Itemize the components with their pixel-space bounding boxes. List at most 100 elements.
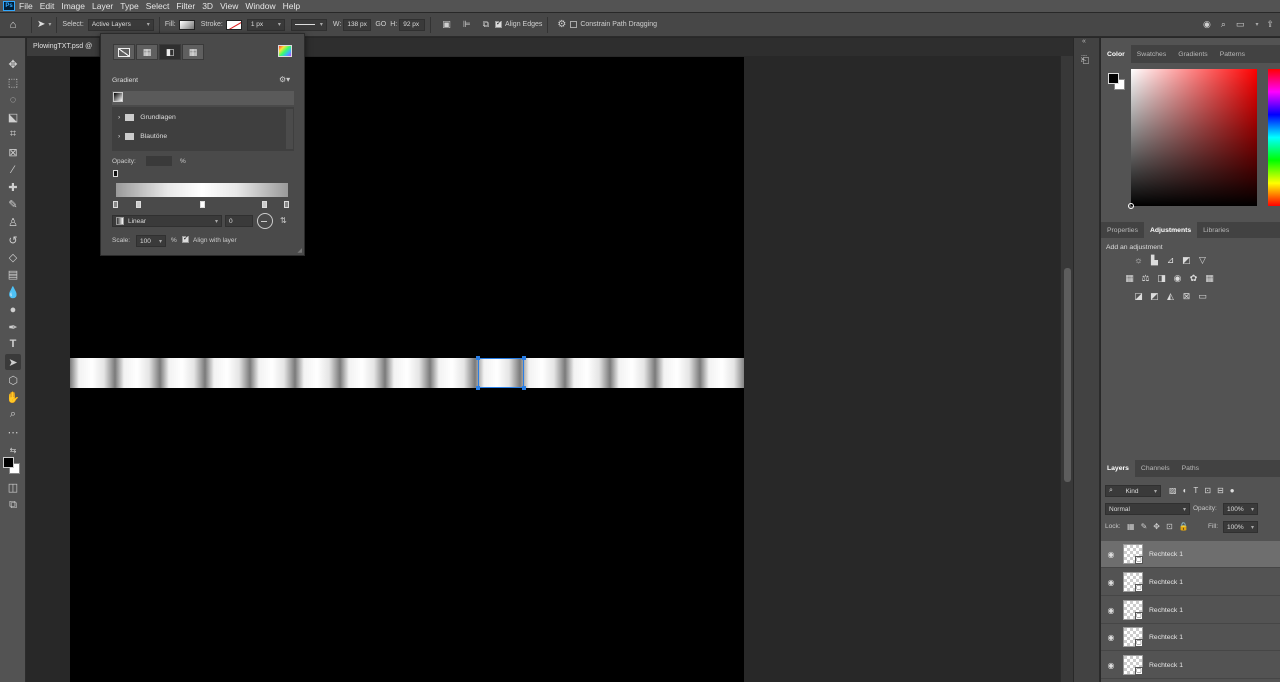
no-fill-button[interactable] [113, 44, 135, 60]
selective-color-icon[interactable]: ⊠ [1181, 291, 1192, 302]
menu-select[interactable]: Select [146, 0, 170, 12]
color-stop[interactable] [113, 201, 118, 208]
menu-image[interactable]: Image [61, 0, 85, 12]
gradient-tool-icon[interactable]: ▤ [5, 266, 21, 282]
color-stop[interactable] [262, 201, 267, 208]
more-tools-icon[interactable]: ⋯ [5, 424, 21, 440]
lasso-tool-icon[interactable]: ◌ [5, 92, 21, 108]
path-arrangement-icon[interactable]: ⧉ [483, 19, 489, 30]
gradient-strip-shape[interactable] [70, 358, 744, 388]
stamp-tool-icon[interactable]: ♙ [5, 214, 21, 230]
curves-icon[interactable]: ⊿ [1165, 255, 1176, 266]
share-icon[interactable]: ⇪ [1266, 19, 1274, 30]
history-brush-tool-icon[interactable]: ↺ [5, 232, 21, 248]
tab-swatches[interactable]: Swatches [1131, 45, 1172, 63]
eye-icon[interactable]: ◉ [1101, 633, 1121, 642]
zoom-tool-icon[interactable]: ⌕ [5, 406, 21, 422]
healing-brush-tool-icon[interactable]: ✚ [5, 179, 21, 195]
eye-icon[interactable]: ◉ [1101, 550, 1121, 559]
photo-filter-icon[interactable]: ◉ [1172, 273, 1183, 284]
fill-swatch[interactable] [178, 19, 195, 30]
channel-mixer-icon[interactable]: ✿ [1188, 273, 1199, 284]
fill-input[interactable]: 100% ▾ [1223, 521, 1258, 533]
solid-color-button[interactable]: ▦ [136, 44, 158, 60]
home-icon[interactable]: ⌂ [0, 19, 26, 31]
tab-libraries[interactable]: Libraries [1197, 222, 1235, 238]
opacity-stop[interactable] [113, 170, 118, 177]
brush-tool-icon[interactable]: ✎ [5, 196, 21, 212]
type-filter-icon[interactable]: T [1193, 486, 1198, 495]
tab-paths[interactable]: Paths [1176, 460, 1205, 477]
anchor-handle[interactable] [476, 356, 480, 360]
black-white-icon[interactable]: ◨ [1156, 273, 1167, 284]
anchor-handle[interactable] [522, 386, 526, 390]
layer-row[interactable]: ◉ ▢ Rechteck 1 [1101, 597, 1280, 624]
reverse-gradient-icon[interactable]: ⇅ [280, 216, 287, 225]
stroke-type-dropdown[interactable]: ▾ [290, 18, 327, 31]
eyedropper-tool-icon[interactable]: ⁄ [5, 162, 21, 178]
chevron-down-icon[interactable]: ▾ [1255, 21, 1258, 28]
tab-gradients[interactable]: Gradients [1172, 45, 1213, 63]
gradient-bar[interactable] [116, 183, 288, 197]
path-operations-icon[interactable]: ▣ [442, 19, 451, 30]
object-select-tool-icon[interactable]: ⬕ [5, 109, 21, 125]
angle-input[interactable]: 0 [225, 215, 253, 227]
tab-color[interactable]: Color [1101, 45, 1131, 63]
link-dimensions-icon[interactable]: GO [375, 21, 386, 28]
blur-tool-icon[interactable]: 💧 [5, 284, 21, 300]
menu-edit[interactable]: Edit [40, 0, 55, 12]
foreground-color-swatch[interactable] [3, 457, 14, 468]
scale-input[interactable]: 100 ▾ [136, 235, 166, 247]
opacity-input[interactable] [146, 156, 172, 166]
tab-layers[interactable]: Layers [1101, 460, 1135, 477]
eraser-tool-icon[interactable]: ◇ [5, 249, 21, 265]
gradient-fill-button[interactable]: ◧ [159, 44, 181, 60]
vertical-scrollbar[interactable] [1060, 56, 1073, 682]
eye-icon[interactable]: ◉ [1101, 578, 1121, 587]
foreground-color-swatch[interactable] [1108, 73, 1119, 84]
scrollbar-thumb[interactable] [1064, 268, 1071, 482]
lock-position-icon[interactable]: ✥ [1153, 522, 1160, 531]
menu-type[interactable]: Type [120, 0, 138, 12]
posterize-icon[interactable]: ◩ [1149, 291, 1160, 302]
gear-icon[interactable]: ⚙▾ [279, 75, 290, 84]
menu-file[interactable]: File [19, 0, 33, 12]
screen-mode-icon[interactable]: ⧉ [5, 497, 21, 513]
color-field[interactable] [1128, 69, 1257, 209]
lock-transparent-icon[interactable]: ▦ [1127, 522, 1135, 531]
history-panel-icon[interactable]: ⎗ [1081, 55, 1089, 66]
shape-filter-icon[interactable]: ⊡ [1204, 486, 1211, 495]
menu-view[interactable]: View [220, 0, 238, 12]
chevron-down-icon[interactable]: ▾ [48, 21, 51, 28]
type-tool-icon[interactable]: T [5, 336, 21, 352]
workspace-icon[interactable]: ▭ [1236, 19, 1245, 30]
brightness-icon[interactable]: ☼ [1133, 255, 1144, 266]
preset-list-scrollbar[interactable] [286, 109, 293, 149]
current-gradient-preview[interactable] [112, 91, 294, 105]
exposure-icon[interactable]: ◩ [1181, 255, 1192, 266]
align-edges-checkbox[interactable] [495, 19, 503, 28]
color-stop[interactable] [284, 201, 289, 208]
tab-channels[interactable]: Channels [1135, 460, 1176, 477]
dodge-tool-icon[interactable]: ● [5, 302, 21, 318]
menu-layer[interactable]: Layer [92, 0, 113, 12]
color-balance-icon[interactable]: ⚖ [1140, 273, 1151, 284]
path-selection-tool-icon[interactable]: ➤ [5, 354, 21, 370]
shape-tool-icon[interactable]: ⬡ [5, 372, 21, 388]
width-input[interactable]: 138 px [343, 18, 372, 31]
lock-artboard-icon[interactable]: ⊡ [1166, 522, 1173, 531]
pen-tool-icon[interactable]: ✒ [5, 319, 21, 335]
swap-colors-icon[interactable]: ⇆ [5, 442, 21, 458]
color-picker-handle[interactable] [1128, 203, 1134, 209]
quick-mask-icon[interactable]: ◫ [5, 479, 21, 495]
menu-3d[interactable]: 3D [202, 0, 213, 12]
color-picker-icon[interactable] [278, 45, 292, 57]
pixel-filter-icon[interactable]: ▨ [1169, 486, 1177, 495]
hue-saturation-icon[interactable]: ▦ [1124, 273, 1135, 284]
stroke-width-input[interactable]: 1 px ▾ [246, 18, 285, 31]
opacity-input[interactable]: 100% ▾ [1223, 503, 1258, 515]
layer-row[interactable]: ◉ ▢ Rechteck 1 [1101, 541, 1280, 568]
frame-tool-icon[interactable]: ⊠ [5, 144, 21, 160]
anchor-handle[interactable] [522, 356, 526, 360]
hue-slider[interactable] [1268, 69, 1280, 206]
